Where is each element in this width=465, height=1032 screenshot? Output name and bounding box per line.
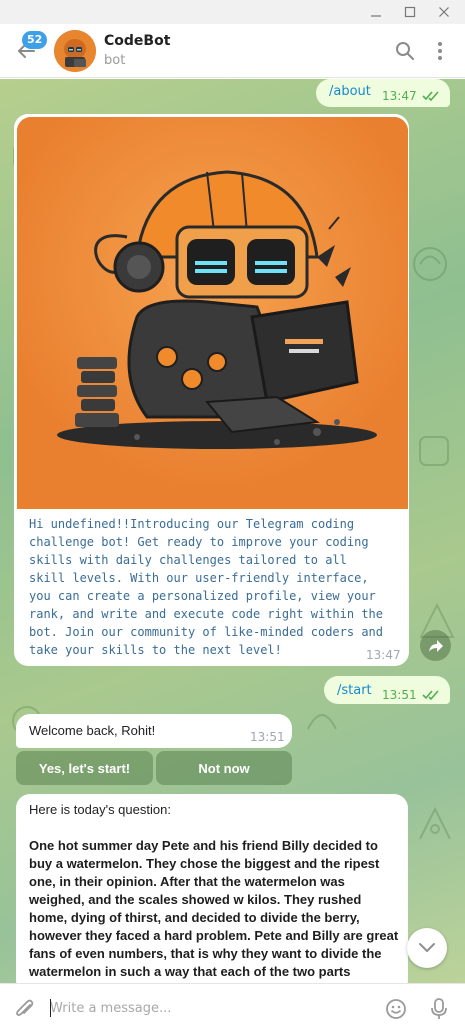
doodle-icon — [419, 806, 451, 840]
minimize-icon — [371, 15, 381, 17]
chat-header: 52 CodeBot bot — [0, 24, 465, 78]
search-button[interactable] — [393, 39, 417, 63]
message-about[interactable]: /about 13:47 — [316, 79, 450, 107]
message-composer — [0, 983, 465, 1032]
robot-photo[interactable] — [17, 117, 408, 509]
emoji-button[interactable] — [383, 996, 409, 1022]
welcome-text: Welcome back, Rohit! — [29, 723, 156, 738]
message-time: 13:47 — [382, 89, 417, 103]
doodle-icon — [307, 714, 337, 730]
forward-icon — [428, 639, 443, 652]
maximize-icon — [404, 6, 416, 18]
maximize-button[interactable] — [394, 0, 426, 24]
message-time: 13:51 — [382, 688, 417, 702]
doodle-icon — [413, 247, 447, 281]
close-icon — [439, 7, 449, 17]
double-check-icon — [422, 690, 439, 701]
message-start[interactable]: /start 13:51 — [324, 676, 450, 704]
chat-title: CodeBot — [104, 33, 171, 49]
text-caret — [50, 999, 51, 1017]
robot-avatar-icon — [54, 30, 96, 72]
more-button[interactable] — [428, 39, 452, 63]
message-input[interactable] — [50, 997, 370, 1019]
avatar[interactable] — [54, 30, 96, 72]
yes-start-button[interactable]: Yes, let's start! — [16, 751, 153, 785]
paperclip-icon — [16, 999, 34, 1016]
message-time: 13:51 — [250, 730, 285, 744]
command-link[interactable]: /about — [329, 84, 371, 99]
chevron-down-icon — [419, 943, 435, 952]
search-icon — [396, 42, 414, 60]
more-vertical-icon — [438, 42, 442, 60]
question-heading: Here is today's question: — [29, 802, 171, 817]
message-time: 13:47 — [366, 648, 401, 662]
minimize-button[interactable] — [360, 0, 392, 24]
chat-subtitle: bot — [104, 53, 126, 68]
emoji-icon — [386, 999, 406, 1019]
microphone-icon — [431, 998, 447, 1019]
unread-badge: 52 — [22, 31, 48, 49]
command-link[interactable]: /start — [337, 683, 372, 698]
question-body: One hot summer day Pete and his friend B… — [29, 838, 399, 979]
robot-illustration-icon — [17, 117, 408, 509]
not-now-button[interactable]: Not now — [156, 751, 292, 785]
voice-button[interactable] — [426, 996, 452, 1022]
attach-button[interactable] — [12, 996, 38, 1022]
doodle-icon — [419, 436, 449, 466]
double-check-icon — [422, 91, 439, 102]
forward-button[interactable] — [420, 630, 451, 661]
close-button[interactable] — [428, 0, 460, 24]
scroll-down-button[interactable] — [407, 928, 447, 968]
window-titlebar — [0, 0, 465, 24]
intro-text: Hi undefined!!Introducing our Telegram c… — [29, 517, 384, 657]
